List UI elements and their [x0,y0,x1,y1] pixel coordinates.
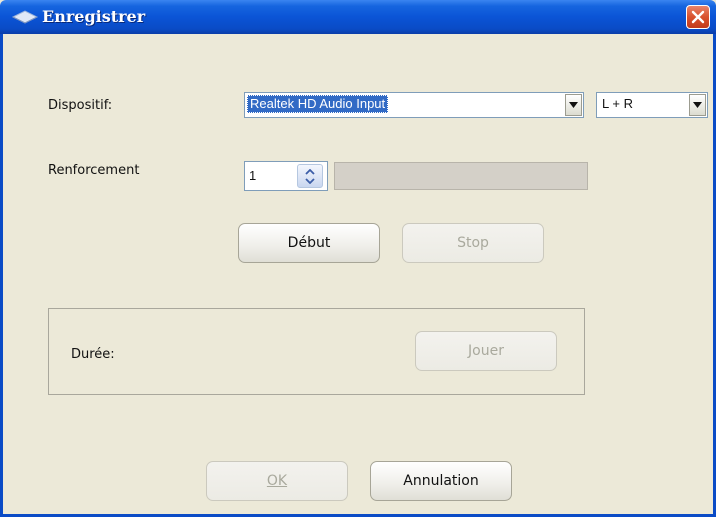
boost-value: 1 [249,168,257,183]
start-button[interactable]: Début [238,223,380,263]
ok-button[interactable]: OK [206,461,348,501]
channel-select-value: L + R [602,96,633,111]
channel-select[interactable]: L + R [596,92,708,118]
boost-label: Renforcement [48,163,140,178]
record-dialog: Enregistrer Dispositif: Realtek HD Audio… [0,0,716,517]
boost-spin-buttons[interactable] [297,164,323,188]
device-dropdown-button[interactable] [565,94,582,116]
device-select[interactable]: Realtek HD Audio Input [244,92,584,118]
device-select-value: Realtek HD Audio Input [247,95,389,113]
window-title: Enregistrer [42,7,146,26]
app-icon [11,9,39,25]
duration-label: Durée: [71,347,115,362]
boost-stepper[interactable]: 1 [244,161,328,191]
duration-group: Durée: Jouer [48,308,585,395]
play-button[interactable]: Jouer [415,331,557,371]
stop-button[interactable]: Stop [402,223,544,263]
channel-dropdown-button[interactable] [689,94,706,116]
cancel-button[interactable]: Annulation [370,461,512,501]
title-bar[interactable]: Enregistrer [0,0,716,34]
close-button[interactable] [686,5,710,29]
window-frame-left [0,34,3,517]
device-label: Dispositif: [48,98,113,113]
level-meter [334,162,588,190]
